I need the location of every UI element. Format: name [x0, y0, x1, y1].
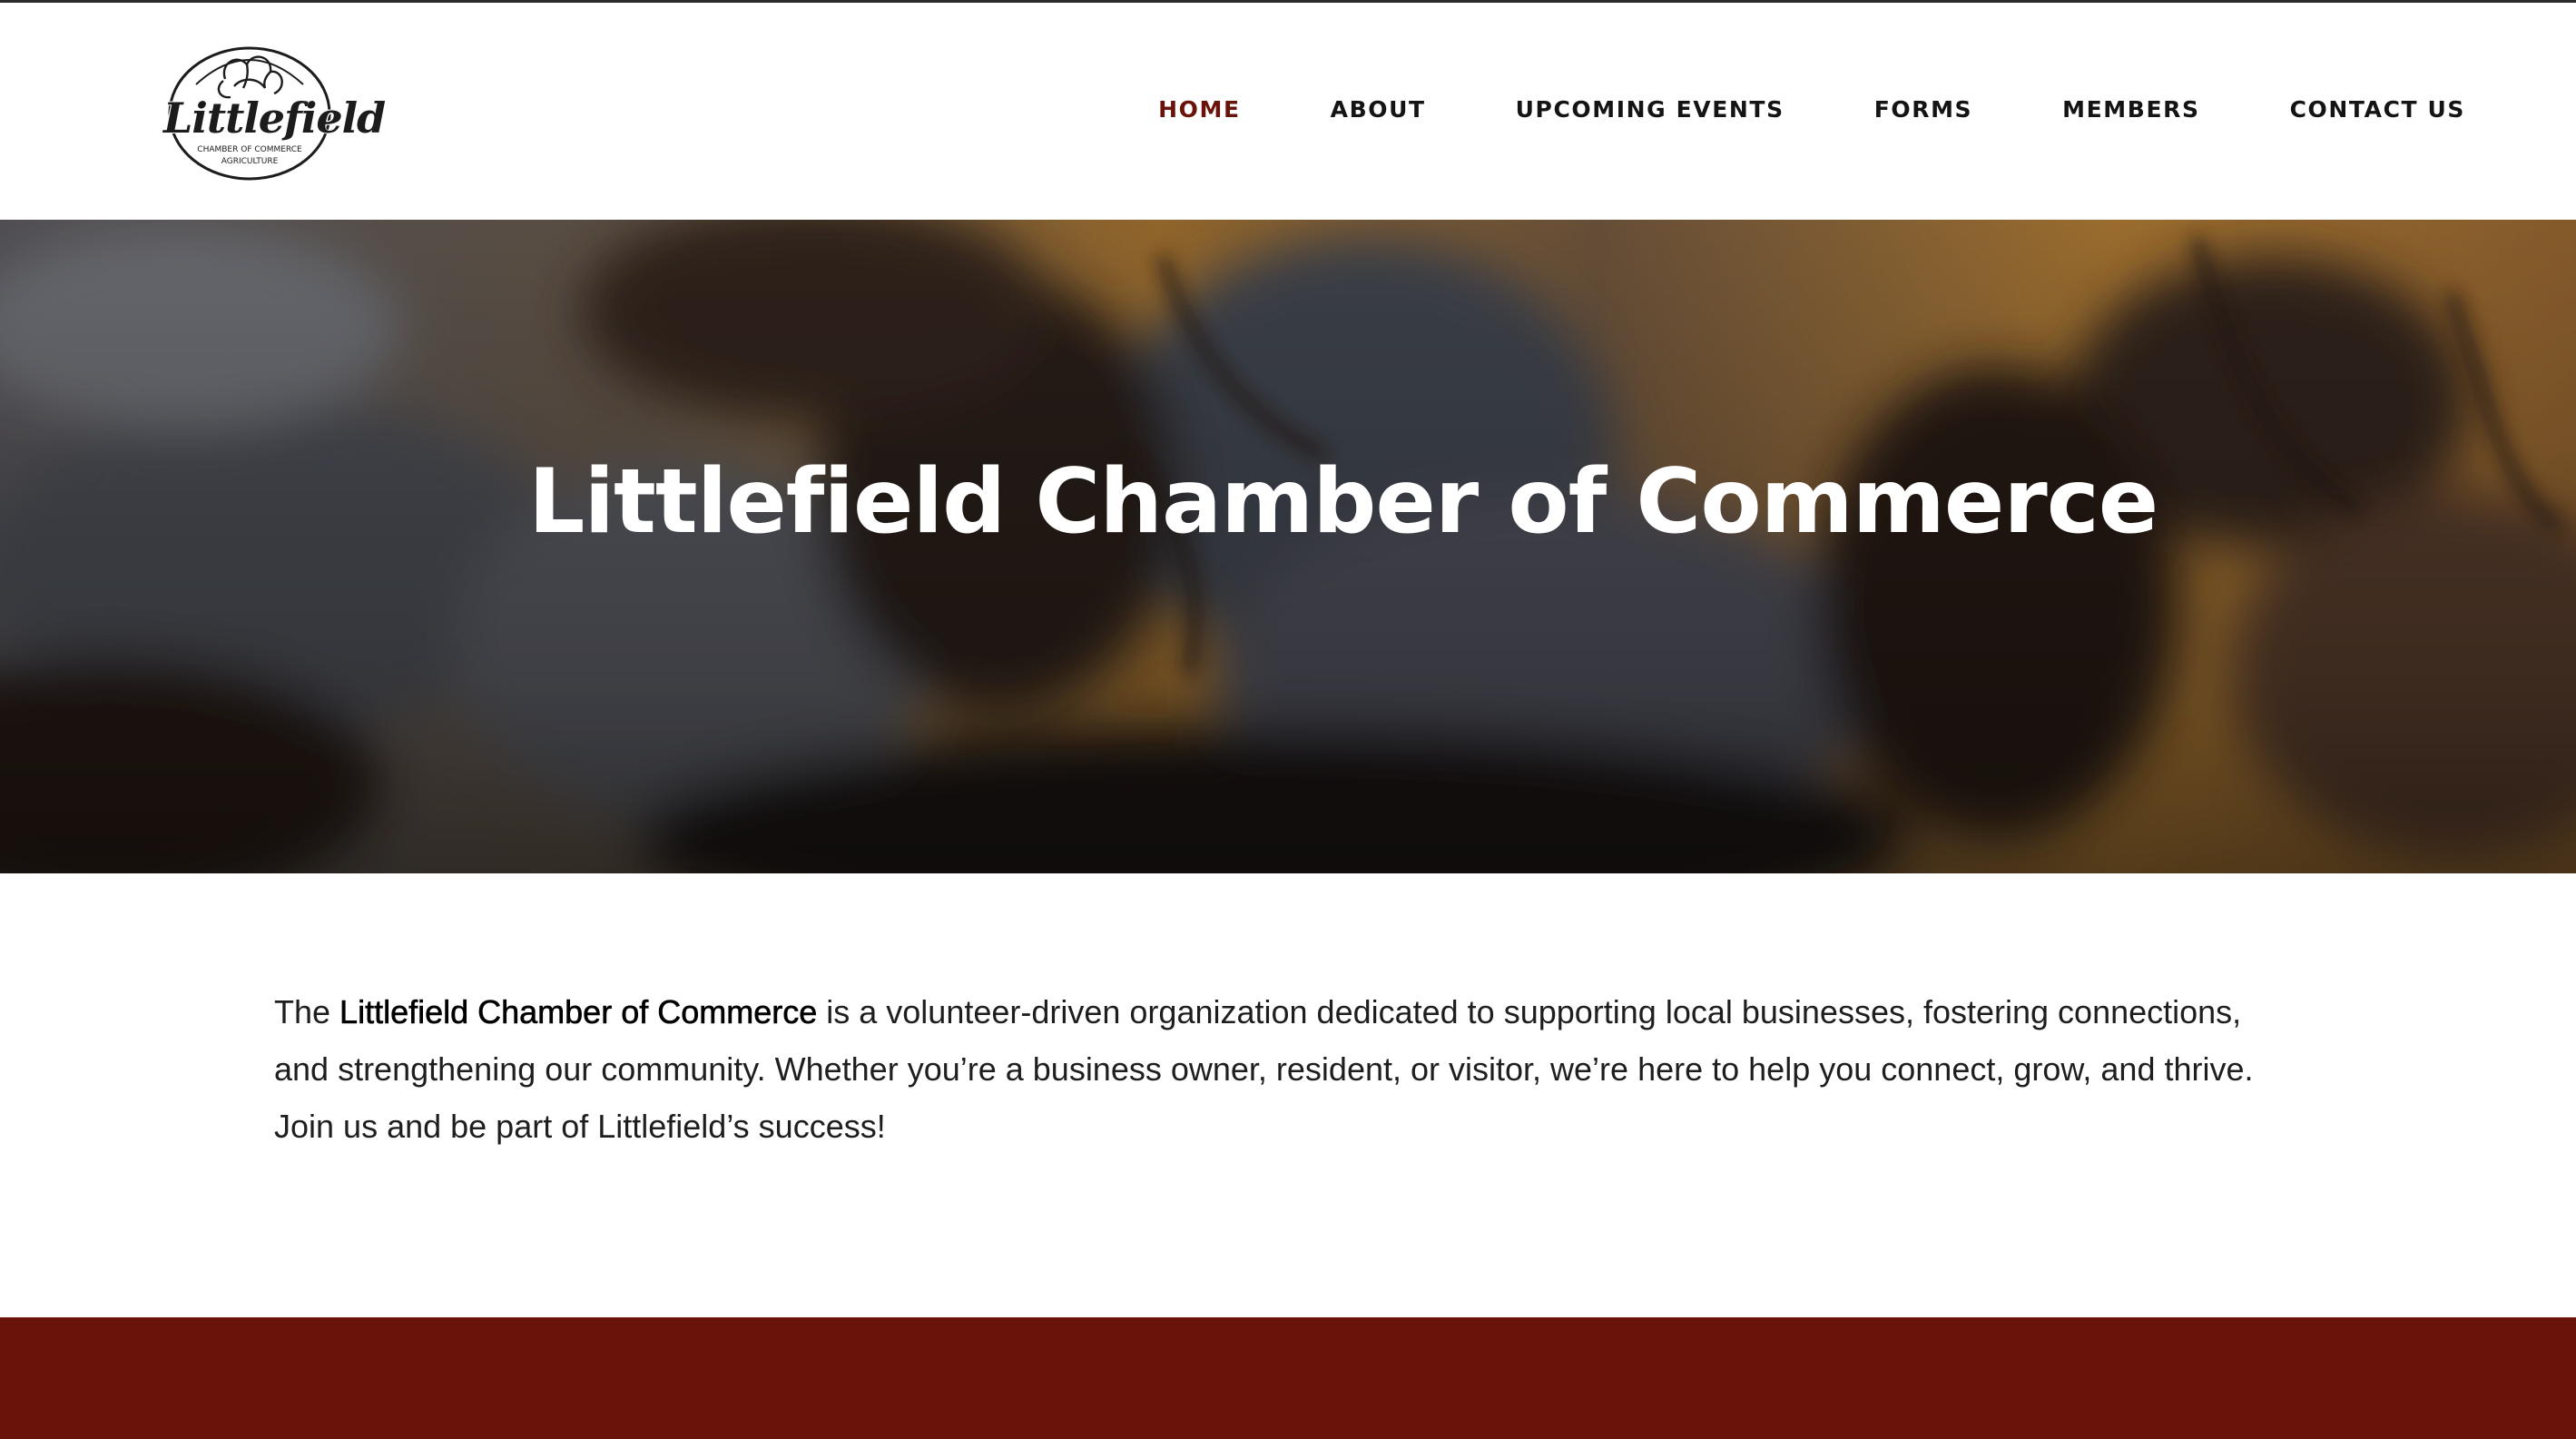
page: CHAMBER OF COMMERCE AGRICULTURE Littlefi…	[0, 0, 2576, 1439]
nav-contact-us[interactable]: CONTACT US	[2290, 96, 2465, 123]
intro-lead: The	[274, 993, 340, 1030]
footer-band	[0, 1317, 2576, 1439]
intro-org-name: Littlefield Chamber of Commerce	[339, 993, 818, 1031]
nav-members[interactable]: MEMBERS	[2062, 96, 2199, 123]
nav-forms[interactable]: FORMS	[1874, 96, 1972, 123]
logo-wordmark: Littlefield	[163, 94, 386, 143]
main-nav: HOME ABOUT UPCOMING EVENTS FORMS MEMBERS…	[1158, 96, 2465, 123]
site-header: CHAMBER OF COMMERCE AGRICULTURE Littlefi…	[0, 3, 2576, 220]
nav-home[interactable]: HOME	[1158, 96, 1241, 123]
site-logo[interactable]: CHAMBER OF COMMERCE AGRICULTURE Littlefi…	[163, 43, 386, 184]
nav-upcoming-events[interactable]: UPCOMING EVENTS	[1516, 96, 1785, 123]
logo-tagline-2: AGRICULTURE	[221, 157, 279, 166]
nav-about[interactable]: ABOUT	[1331, 96, 1426, 123]
intro-paragraph: The Littlefield Chamber of Commerce is a…	[274, 983, 2298, 1155]
hero-title: Littlefield Chamber of Commerce	[528, 450, 2158, 554]
hero-banner: Littlefield Chamber of Commerce	[0, 220, 2576, 873]
logo-tagline-1: CHAMBER OF COMMERCE	[197, 145, 302, 154]
